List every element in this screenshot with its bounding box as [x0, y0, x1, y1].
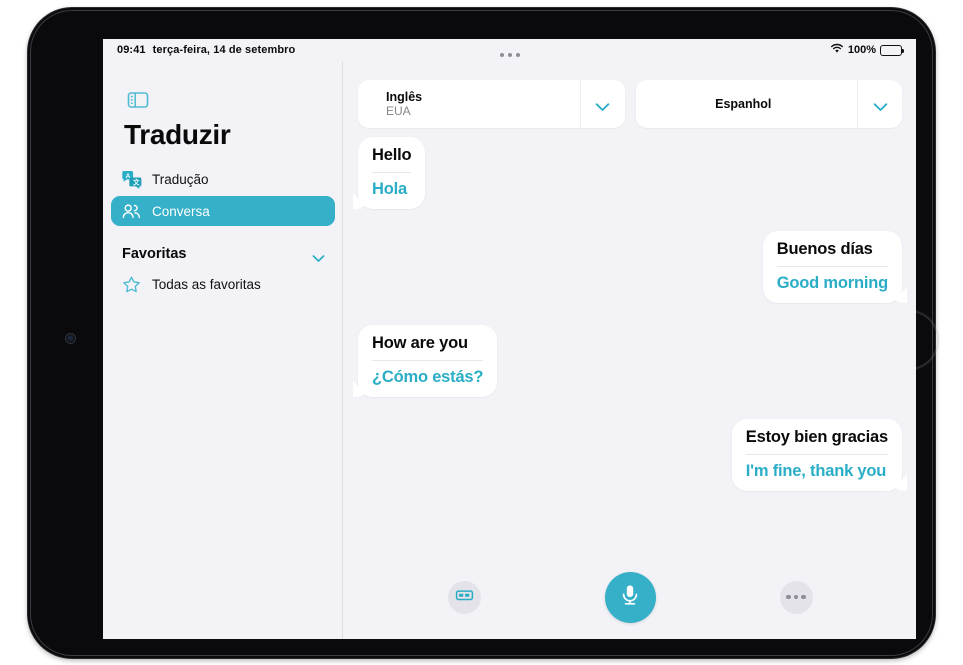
source-language-name: Inglês — [386, 89, 423, 104]
sidebar: Traduzir A 文 Tradução Conversa Favoritas… — [103, 61, 343, 639]
sidebar-item-label: Todas as favoritas — [152, 276, 261, 292]
message-translated-text: I'm fine, thank you — [745, 462, 887, 480]
keyboard-icon — [455, 588, 474, 607]
message-bubble[interactable]: How are you ¿Cómo estás? — [358, 325, 498, 397]
target-language-chevron-button[interactable] — [857, 80, 902, 128]
translate-bubbles-icon: A 文 — [121, 170, 142, 189]
svg-text:文: 文 — [133, 177, 140, 186]
ipad-screen: 09:41 terça-feira, 14 de setembro 100% T… — [103, 39, 916, 639]
message-row: Hello Hola — [358, 137, 902, 209]
message-translated-text: ¿Cómo estás? — [372, 368, 484, 386]
ipad-device-frame: 09:41 terça-feira, 14 de setembro 100% T… — [28, 8, 935, 658]
message-row: How are you ¿Cómo estás? — [358, 325, 902, 397]
target-language-picker[interactable]: Espanhol — [635, 80, 902, 128]
sidebar-item-conversa[interactable]: Conversa — [111, 196, 335, 226]
message-thread: Hello Hola Buenos días Good morning How … — [344, 137, 916, 567]
sidebar-toggle-icon[interactable] — [125, 89, 151, 111]
message-bubble[interactable]: Hello Hola — [358, 137, 426, 209]
conversation-pane: Inglês EUA Espanhol Hello Hola Buenos dí… — [344, 61, 916, 639]
message-bubble[interactable]: Buenos días Good morning — [762, 231, 902, 303]
source-language-text: Inglês EUA — [358, 90, 580, 118]
bottom-toolbar — [344, 561, 916, 633]
sidebar-item-traducao[interactable]: A 文 Tradução — [111, 164, 335, 194]
sidebar-section-label: Favoritas — [122, 246, 187, 262]
message-source-text: Estoy bien gracias — [745, 428, 888, 446]
status-bar: 09:41 terça-feira, 14 de setembro 100% — [103, 39, 916, 61]
source-language-chevron-button[interactable] — [579, 80, 625, 128]
message-source-text: Hello — [372, 146, 412, 164]
message-row: Buenos días Good morning — [358, 231, 902, 303]
chevron-down-icon — [595, 99, 610, 111]
sidebar-item-label: Tradução — [152, 171, 209, 187]
sidebar-section-favoritas[interactable]: Favoritas — [111, 239, 335, 269]
message-divider — [745, 454, 888, 455]
message-bubble[interactable]: Estoy bien gracias I'm fine, thank you — [731, 419, 902, 491]
sidebar-item-todas-as-favoritas[interactable]: Todas as favoritas — [111, 269, 335, 299]
message-divider — [372, 360, 484, 361]
multitask-handle-icon[interactable] — [103, 53, 916, 57]
message-divider — [776, 266, 888, 267]
source-language-picker[interactable]: Inglês EUA — [358, 80, 625, 128]
message-translated-text: Hola — [372, 180, 407, 198]
microphone-icon — [619, 582, 641, 613]
more-horizontal-icon — [786, 594, 806, 600]
two-people-icon — [121, 202, 142, 221]
more-options-button[interactable] — [779, 580, 813, 614]
message-translated-text: Good morning — [776, 274, 888, 292]
message-divider — [372, 172, 412, 173]
camera-dot-icon — [66, 334, 75, 343]
star-outline-icon — [121, 275, 142, 294]
chevron-down-icon[interactable] — [312, 250, 325, 262]
source-language-region: EUA — [386, 103, 411, 118]
message-source-text: How are you — [372, 334, 468, 352]
page-title: Traduzir — [124, 119, 231, 150]
sidebar-nav-list: A 文 Tradução Conversa Favoritas Todas as… — [111, 164, 335, 301]
language-selector-bar: Inglês EUA Espanhol — [344, 61, 916, 128]
sidebar-item-label: Conversa — [152, 203, 210, 219]
target-language-text: Espanhol — [636, 97, 858, 111]
message-row: Estoy bien gracias I'm fine, thank you — [358, 419, 902, 491]
target-language-name: Espanhol — [715, 97, 772, 111]
message-source-text: Buenos días — [776, 240, 873, 258]
microphone-button[interactable] — [604, 571, 656, 623]
chevron-down-icon — [873, 99, 888, 111]
keyboard-button[interactable] — [447, 580, 481, 614]
